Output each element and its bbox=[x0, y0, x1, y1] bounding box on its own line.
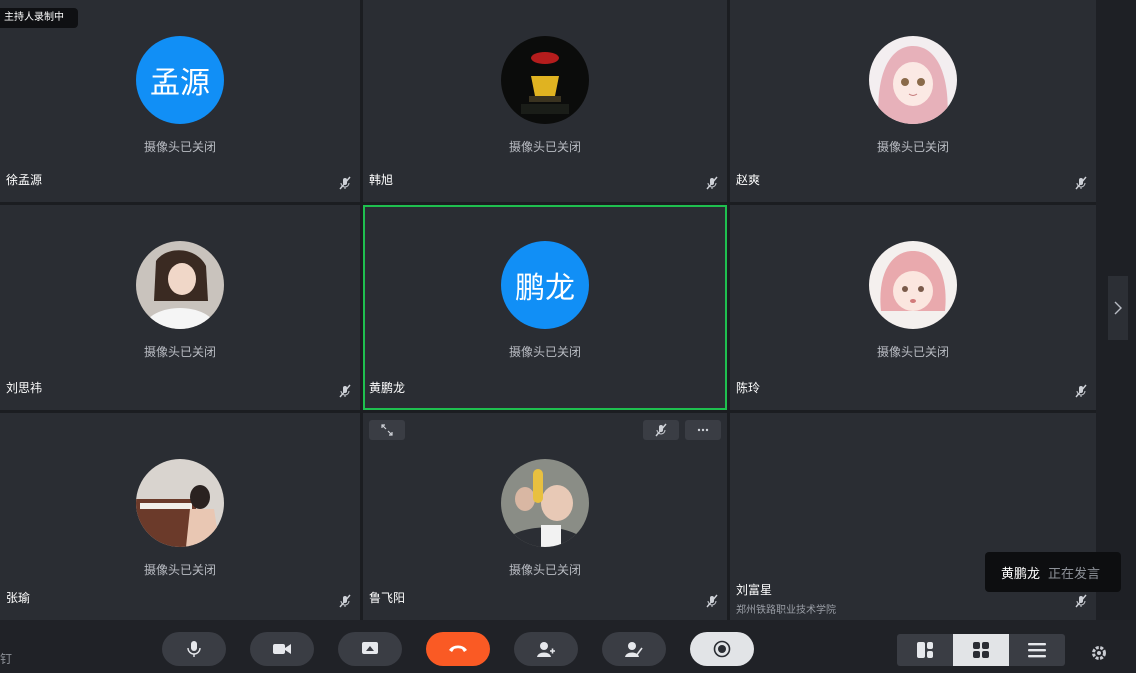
camera-off-label: 摄像头已关闭 bbox=[876, 345, 949, 359]
mic-muted-icon bbox=[655, 423, 667, 437]
meeting-toolbar: 钉 bbox=[0, 620, 1136, 673]
pin-label[interactable]: 钉 bbox=[0, 650, 12, 667]
more-icon bbox=[697, 428, 709, 432]
microphone-button[interactable] bbox=[162, 632, 226, 666]
share-screen-icon bbox=[362, 642, 378, 654]
gear-icon bbox=[1092, 646, 1106, 660]
fullscreen-button[interactable] bbox=[369, 420, 405, 440]
microphone-icon bbox=[187, 641, 201, 657]
layout-speaker-icon bbox=[917, 642, 933, 658]
participant-tile-4[interactable]: 摄像头已关闭 刘思祎 bbox=[0, 205, 360, 410]
mic-muted-icon bbox=[705, 594, 719, 608]
hang-up-button[interactable] bbox=[426, 632, 490, 666]
invite-button[interactable] bbox=[514, 632, 578, 666]
settings-button[interactable] bbox=[1090, 644, 1108, 662]
camera-off-label: 摄像头已关闭 bbox=[508, 345, 581, 359]
layout-list-button[interactable] bbox=[1009, 634, 1065, 666]
participant-tile-1[interactable]: 主持人录制中 孟源 摄像头已关闭 徐孟源 bbox=[0, 0, 360, 202]
layout-speaker-button[interactable] bbox=[897, 634, 953, 666]
record-icon bbox=[713, 640, 731, 658]
mic-muted-icon bbox=[1074, 384, 1088, 398]
list-icon bbox=[1028, 643, 1046, 658]
mic-muted-icon bbox=[338, 176, 352, 190]
participant-tile-7[interactable]: 摄像头已关闭 张瑜 bbox=[0, 413, 360, 620]
layout-switcher bbox=[897, 634, 1065, 666]
record-button[interactable] bbox=[690, 632, 754, 666]
participant-name: 徐孟源 bbox=[6, 173, 43, 187]
video-camera-icon bbox=[273, 644, 291, 654]
participant-name: 陈玲 bbox=[736, 381, 761, 395]
participant-tile-6[interactable]: 摄像头已关闭 陈玲 bbox=[730, 205, 1096, 410]
avatar bbox=[869, 36, 957, 124]
video-grid: 主持人录制中 孟源 摄像头已关闭 徐孟源 摄像头已关闭 韩旭 摄像头已关闭 赵爽… bbox=[0, 0, 1096, 620]
camera-off-label: 摄像头已关闭 bbox=[143, 140, 216, 154]
camera-button[interactable] bbox=[250, 632, 314, 666]
participant-name: 赵爽 bbox=[736, 173, 761, 187]
participant-name: 刘富星 bbox=[736, 583, 773, 597]
recording-badge: 主持人录制中 bbox=[0, 8, 78, 28]
more-options-button[interactable] bbox=[685, 420, 721, 440]
chevron-right-icon bbox=[1114, 301, 1122, 315]
hang-up-icon bbox=[449, 645, 467, 652]
avatar bbox=[136, 459, 224, 547]
mic-muted-icon bbox=[1074, 176, 1088, 190]
participant-name: 刘思祎 bbox=[6, 381, 43, 395]
camera-off-label: 摄像头已关闭 bbox=[143, 563, 216, 577]
mic-muted-icon bbox=[338, 384, 352, 398]
participant-org: 郑州铁路职业技术学院 bbox=[736, 605, 836, 616]
camera-off-label: 摄像头已关闭 bbox=[508, 563, 581, 577]
expand-icon bbox=[381, 424, 393, 436]
user-muted-icon bbox=[625, 642, 643, 657]
mic-muted-icon bbox=[705, 176, 719, 190]
avatar bbox=[501, 459, 589, 547]
participant-name: 黄鹏龙 bbox=[369, 381, 406, 395]
camera-off-label: 摄像头已关闭 bbox=[143, 345, 216, 359]
share-screen-button[interactable] bbox=[338, 632, 402, 666]
participant-tile-5-active[interactable]: 鹏龙 摄像头已关闭 黄鹏龙 bbox=[363, 205, 727, 410]
avatar: 孟源 bbox=[136, 36, 224, 124]
participant-tile-3[interactable]: 摄像头已关闭 赵爽 bbox=[730, 0, 1096, 202]
avatar bbox=[869, 241, 957, 329]
add-user-icon bbox=[537, 642, 555, 657]
avatar bbox=[501, 36, 589, 124]
avatar bbox=[136, 241, 224, 329]
speaking-indicator: 黄鹏龙 正在发言 bbox=[985, 552, 1121, 592]
manage-members-button[interactable] bbox=[602, 632, 666, 666]
layout-grid-button[interactable] bbox=[953, 634, 1009, 666]
participant-name: 张瑜 bbox=[6, 591, 31, 605]
participant-name: 韩旭 bbox=[369, 173, 394, 187]
camera-off-label: 摄像头已关闭 bbox=[508, 140, 581, 154]
mic-muted-icon bbox=[338, 594, 352, 608]
speaking-status: 正在发言 bbox=[1048, 565, 1101, 581]
grid-icon bbox=[973, 642, 989, 658]
avatar: 鹏龙 bbox=[501, 241, 589, 329]
participant-tile-2[interactable]: 摄像头已关闭 韩旭 bbox=[363, 0, 727, 202]
mic-muted-icon bbox=[1074, 594, 1088, 608]
mute-participant-button[interactable] bbox=[643, 420, 679, 440]
next-page-button[interactable] bbox=[1108, 276, 1128, 340]
participant-name: 鲁飞阳 bbox=[369, 591, 406, 605]
participant-tile-8[interactable]: 摄像头已关闭 鲁飞阳 bbox=[363, 413, 727, 620]
camera-off-label: 摄像头已关闭 bbox=[876, 140, 949, 154]
speaker-name: 黄鹏龙 bbox=[1001, 565, 1041, 581]
